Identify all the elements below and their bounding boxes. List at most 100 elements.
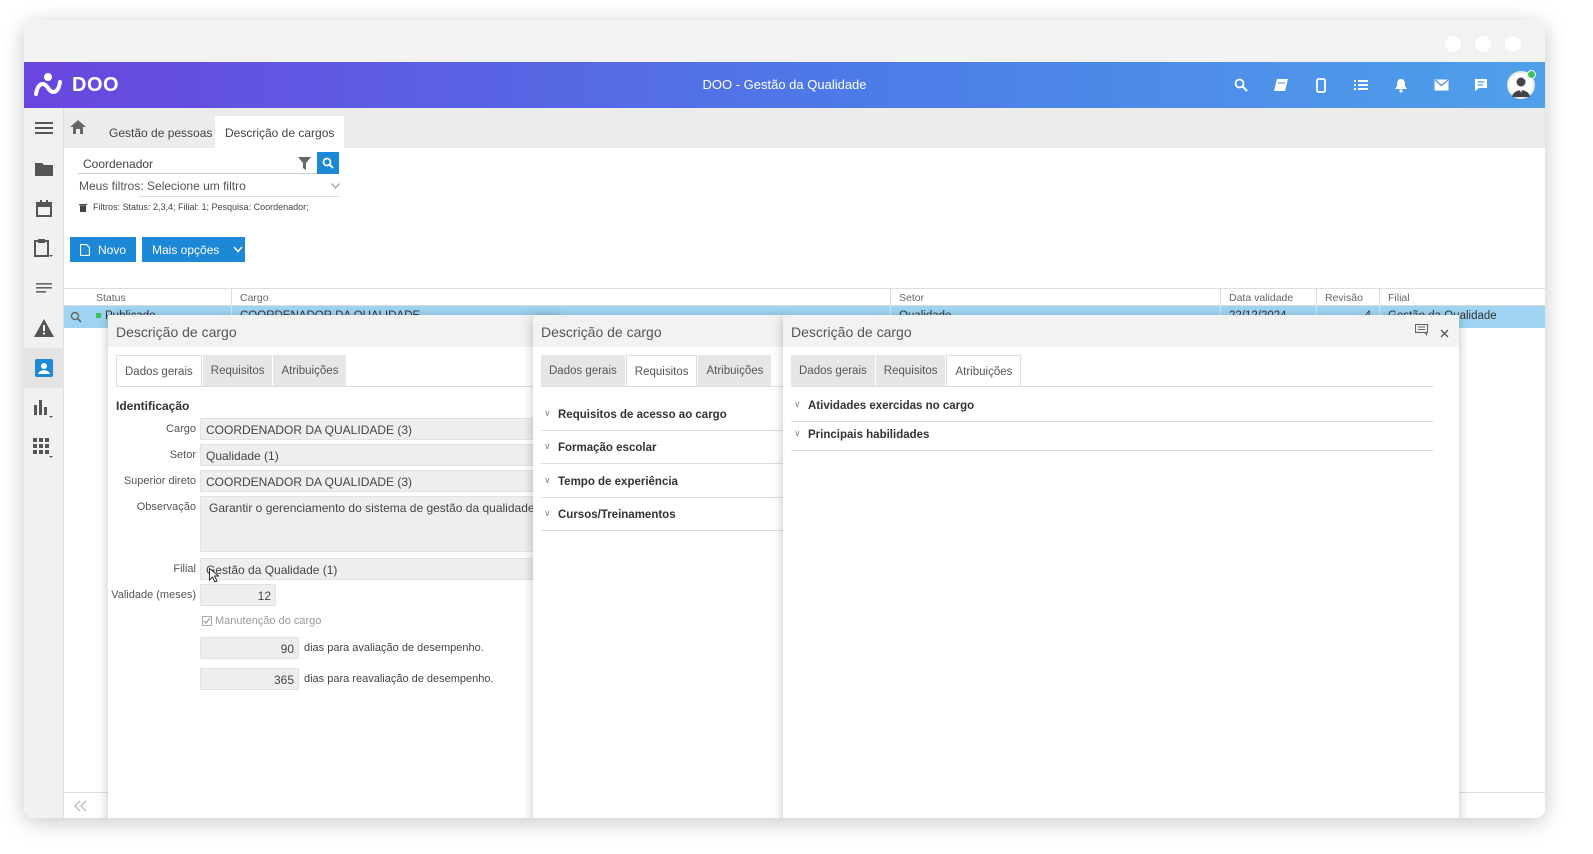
- superior-field[interactable]: COORDENADOR DA QUALIDADE (3): [200, 470, 558, 492]
- accordion-atividades[interactable]: ∨ Atividades exercidas no cargo: [791, 394, 1434, 422]
- tab-gestao-pessoas[interactable]: Gestão de pessoas: [99, 116, 222, 148]
- my-filters-label: Meus filtros:: [79, 179, 144, 193]
- tab-requirements[interactable]: Requisitos: [625, 355, 698, 387]
- label-validade: Validade (meses): [111, 589, 196, 601]
- accordion-habilidades[interactable]: ∨ Principais habilidades: [791, 423, 1434, 451]
- column-data-validade[interactable]: Data validade: [1220, 289, 1316, 305]
- book-icon[interactable]: [1261, 62, 1301, 108]
- chevron-down-icon: ∨: [544, 408, 551, 418]
- tab-requirements[interactable]: Requisitos: [202, 355, 273, 387]
- accordion-label: Cursos/Treinamentos: [558, 509, 676, 521]
- mobile-icon[interactable]: [1301, 62, 1341, 108]
- observacao-field[interactable]: Garantir o gerenciamento do sistema de g…: [200, 496, 558, 552]
- tab-attributions[interactable]: Atribuições: [698, 355, 772, 387]
- chevron-down-icon: ∨: [544, 508, 551, 518]
- avatar[interactable]: [1507, 70, 1536, 99]
- search-input[interactable]: Coordenador: [78, 152, 317, 174]
- new-button[interactable]: Novo: [70, 237, 136, 262]
- window-dot: [1475, 36, 1491, 52]
- job-description-panel-general: Descrição de cargo Dados gerais Requisit…: [108, 315, 558, 818]
- window-chrome: [24, 20, 1545, 62]
- accordion-formacao-escolar[interactable]: ∨ Formação escolar: [541, 436, 785, 464]
- list-icon[interactable]: [1341, 62, 1381, 108]
- filter-icon[interactable]: [298, 157, 311, 175]
- new-button-label: Novo: [97, 242, 126, 257]
- my-filters-select[interactable]: Selecione um filtro: [147, 179, 246, 193]
- filters-info-text: Filtros: Status: 2,3,4; Filial: 1; Pesqu…: [93, 202, 309, 212]
- my-filters[interactable]: Meus filtros: Selecione um filtro: [79, 179, 246, 193]
- person-card-icon[interactable]: [24, 348, 64, 388]
- accordion-label: Tempo de experiência: [558, 476, 678, 488]
- grid-header: Status Cargo Setor Data validade Revisão…: [64, 288, 1545, 306]
- comments-icon[interactable]: [1414, 323, 1429, 340]
- tab-descricao-cargos[interactable]: Descrição de cargos: [215, 116, 345, 148]
- tab-general[interactable]: Dados gerais: [791, 355, 875, 387]
- setor-field[interactable]: Qualidade (1): [200, 444, 558, 466]
- chat-icon[interactable]: [1461, 62, 1501, 108]
- filial-field[interactable]: Gestão da Qualidade (1): [200, 558, 558, 580]
- accordion-label: Principais habilidades: [808, 429, 930, 441]
- days-reeval-text: dias para reavaliação de desempenho.: [304, 673, 494, 685]
- warning-icon[interactable]: [24, 308, 64, 348]
- validade-field[interactable]: 12: [200, 584, 276, 606]
- folder-icon[interactable]: [24, 148, 64, 188]
- column-status[interactable]: Status: [88, 289, 231, 305]
- trash-icon[interactable]: [79, 203, 87, 212]
- manutencao-checkbox[interactable]: [202, 616, 212, 626]
- close-icon[interactable]: [1440, 325, 1449, 341]
- chevron-down-icon: ∨: [794, 428, 801, 438]
- online-indicator: [1527, 70, 1536, 79]
- mail-icon[interactable]: [1421, 62, 1461, 108]
- manutencao-label: Manutenção do cargo: [215, 615, 322, 627]
- tabs-divider: [116, 386, 558, 387]
- panel-title: Descrição de cargo: [108, 315, 558, 347]
- tabs-divider: [541, 386, 785, 387]
- panel-title: Descrição de cargo: [533, 315, 785, 347]
- accordion-requisitos-acesso[interactable]: ∨ Requisitos de acesso ao cargo: [541, 403, 785, 431]
- column-setor[interactable]: Setor: [890, 289, 1220, 305]
- section-identificacao: Identificação: [116, 399, 190, 413]
- search-icon[interactable]: [1221, 62, 1261, 108]
- breadcrumb: Gestão de pessoas Descrição de cargos: [64, 108, 1545, 148]
- bar-chart-icon[interactable]: [24, 388, 64, 428]
- chevron-down-icon: ∨: [794, 399, 801, 409]
- home-icon[interactable]: [70, 120, 86, 139]
- column-filial[interactable]: Filial: [1379, 289, 1545, 305]
- panel-header: Descrição de cargo: [783, 315, 1459, 347]
- text-lines-icon[interactable]: [24, 268, 64, 308]
- job-description-panel-attributions: Descrição de cargo Dados gerais Requisit…: [783, 315, 1459, 818]
- cargo-field[interactable]: COORDENADOR DA QUALIDADE (3): [200, 418, 558, 440]
- label-superior: Superior direto: [123, 475, 196, 487]
- calendar-icon[interactable]: [24, 188, 64, 228]
- accordion-cursos-treinamentos[interactable]: ∨ Cursos/Treinamentos: [541, 503, 785, 531]
- first-page-icon[interactable]: [74, 799, 88, 817]
- bell-icon[interactable]: [1381, 62, 1421, 108]
- filters-info: Filtros: Status: 2,3,4; Filial: 1; Pesqu…: [79, 202, 309, 212]
- accordion-tempo-experiencia[interactable]: ∨ Tempo de experiência: [541, 470, 785, 498]
- tab-general[interactable]: Dados gerais: [541, 355, 625, 387]
- tab-attributions[interactable]: Atribuições: [273, 355, 347, 387]
- days-eval-text: dias para avaliação de desempenho.: [304, 642, 484, 654]
- more-options-label: Mais opções: [152, 242, 220, 257]
- days-eval-field[interactable]: 90: [200, 637, 299, 659]
- chevron-down-icon[interactable]: [331, 181, 340, 191]
- clipboard-icon[interactable]: [24, 228, 64, 268]
- more-options-button[interactable]: Mais opções: [142, 237, 245, 262]
- apps-grid-icon[interactable]: [24, 428, 64, 468]
- chevron-down-icon: ∨: [544, 475, 551, 485]
- tab-general[interactable]: Dados gerais: [116, 355, 202, 387]
- top-bar: DOO DOO - Gestão da Qualidade: [24, 62, 1545, 108]
- accordion-label: Formação escolar: [558, 442, 657, 454]
- tab-requirements[interactable]: Requisitos: [875, 355, 946, 387]
- column-cargo[interactable]: Cargo: [231, 289, 890, 305]
- tab-attributions[interactable]: Atribuições: [946, 355, 1022, 387]
- sidebar: [24, 108, 64, 818]
- my-filters-underline: [139, 196, 339, 197]
- search-button[interactable]: [317, 152, 339, 174]
- search-icon[interactable]: [70, 311, 82, 326]
- column-revisao[interactable]: Revisão: [1316, 289, 1379, 305]
- label-cargo: Cargo: [166, 423, 196, 435]
- label-setor: Setor: [169, 449, 196, 461]
- menu-icon[interactable]: [24, 108, 64, 148]
- days-reeval-field[interactable]: 365: [200, 668, 299, 690]
